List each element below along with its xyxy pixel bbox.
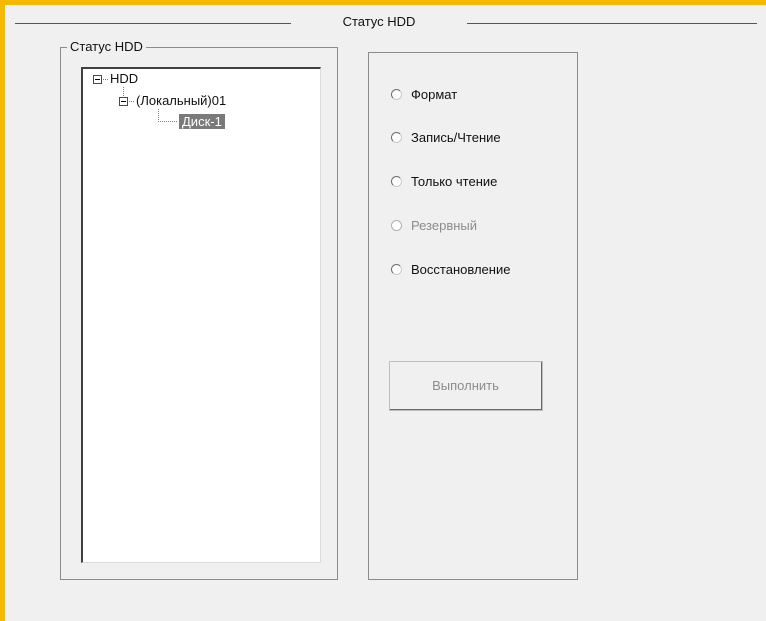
collapse-icon-hdd[interactable] (93, 75, 102, 84)
title-divider-left (15, 23, 291, 24)
radio-restore-label: Восстановление (411, 262, 511, 277)
tree-connector (123, 87, 124, 96)
radio-circle-icon[interactable] (391, 89, 402, 100)
execute-button[interactable]: Выполнить (389, 361, 543, 411)
hdd-tree-view[interactable]: HDD (Локальный)01 Диск-1 (81, 67, 321, 563)
tree-connector (158, 121, 177, 122)
tree-node-disk[interactable]: Диск-1 (179, 114, 225, 129)
window-title: Статус HDD (342, 14, 416, 29)
tree-node-hdd[interactable]: HDD (110, 71, 138, 86)
collapse-icon-local[interactable] (119, 97, 128, 106)
radio-circle-icon[interactable] (391, 176, 402, 187)
tree-connector (103, 79, 108, 80)
radio-read-write-label: Запись/Чтение (411, 130, 501, 145)
hdd-action-group: Формат Запись/Чтение Только чтение Резер… (368, 52, 578, 580)
radio-read-only-label: Только чтение (411, 174, 498, 189)
radio-circle-icon (391, 220, 402, 231)
hdd-status-group: Статус HDD HDD (Локальный)01 Диск-1 (60, 39, 338, 580)
radio-circle-icon[interactable] (391, 264, 402, 275)
radio-circle-icon[interactable] (391, 132, 402, 143)
tree-node-local[interactable]: (Локальный)01 (136, 93, 226, 108)
title-divider-right (467, 23, 757, 24)
hdd-status-group-title: Статус HDD (67, 39, 146, 54)
dialog-frame: Статус HDD Статус HDD HDD (Локальный)01 … (0, 0, 766, 621)
radio-reserve-label: Резервный (411, 218, 478, 233)
radio-format-label: Формат (411, 87, 458, 102)
tree-connector (129, 101, 134, 102)
